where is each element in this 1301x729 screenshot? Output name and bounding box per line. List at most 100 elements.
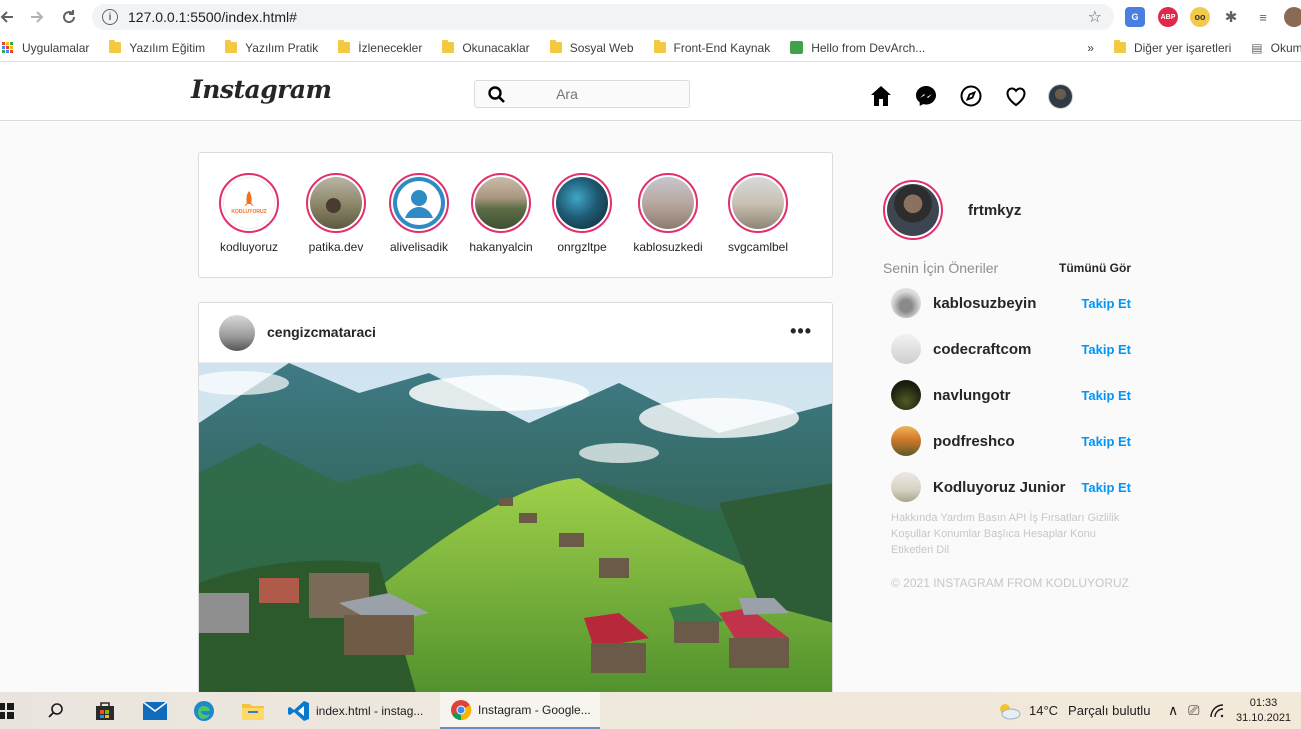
story-item[interactable]: hakanyalcin: [461, 173, 541, 254]
current-user-username[interactable]: frtmkyz: [968, 202, 1021, 219]
story-item[interactable]: patika.dev: [296, 173, 376, 254]
bookmark-folder[interactable]: Sosyal Web: [549, 40, 634, 55]
bookmark-devarchive[interactable]: Hello from DevArch...: [790, 41, 925, 55]
story-avatar: [475, 177, 527, 229]
taskbar-vscode[interactable]: index.html - instag...: [278, 692, 438, 729]
adblock-plus-icon[interactable]: ABP: [1158, 7, 1178, 27]
follow-button[interactable]: Takip Et: [1081, 296, 1131, 311]
suggestion-item: codecraftcom Takip Et: [891, 333, 1131, 365]
story-ring: KODLUYORUZ: [219, 173, 279, 233]
bookmark-label: Sosyal Web: [569, 40, 634, 55]
follow-button[interactable]: Takip Et: [1081, 388, 1131, 403]
heart-icon[interactable]: [1003, 83, 1029, 109]
show-hidden-icons-chevron-icon[interactable]: ∧: [1168, 702, 1178, 719]
suggestion-avatar[interactable]: [891, 472, 921, 502]
story-item[interactable]: KODLUYORUZ kodluyoruz: [209, 173, 289, 254]
suggestion-username[interactable]: podfreshco: [933, 433, 1081, 450]
suggestion-username[interactable]: Kodluyoruz Junior: [933, 479, 1081, 496]
suggestion-avatar[interactable]: [891, 334, 921, 364]
home-icon[interactable]: [868, 83, 894, 109]
reading-list-icon[interactable]: ≡: [1253, 7, 1273, 27]
current-user: frtmkyz: [883, 180, 1021, 240]
bookmark-star-icon[interactable]: ☆: [1088, 7, 1102, 27]
bookmark-folder[interactable]: Yazılım Pratik: [225, 40, 318, 55]
folder-icon: [338, 40, 351, 53]
bookmark-folder-other[interactable]: Diğer yer işaretleri: [1113, 40, 1231, 55]
search-box[interactable]: [474, 80, 690, 108]
extensions-puzzle-icon[interactable]: ✱: [1221, 7, 1241, 27]
bookmark-folder[interactable]: İzlenecekler: [338, 40, 423, 55]
stories-bar: KODLUYORUZ kodluyoruz patika.dev aliveli…: [198, 152, 833, 278]
extension-eyes-icon[interactable]: oo: [1190, 7, 1210, 27]
instagram-logo[interactable]: Instagram: [191, 75, 332, 104]
follow-button[interactable]: Takip Et: [1081, 342, 1131, 357]
bookmark-label: Hello from DevArch...: [811, 40, 926, 55]
reload-icon[interactable]: [54, 2, 84, 32]
weather-text: Parçalı bulutlu: [1068, 703, 1151, 718]
post-author-avatar[interactable]: [219, 315, 255, 351]
suggestion-item: Kodluyoruz Junior Takip Et: [891, 471, 1131, 503]
rocket-icon: [244, 191, 254, 206]
bookmark-apps[interactable]: Uygulamalar: [0, 41, 89, 55]
task-label: Instagram - Google...: [478, 702, 591, 717]
windows-start-icon[interactable]: [0, 699, 18, 723]
post-image[interactable]: [199, 363, 833, 702]
mail-icon[interactable]: [143, 699, 167, 723]
address-bar[interactable]: i 127.0.0.1:5500/index.html# ☆: [92, 4, 1114, 30]
feed-post: cengizcmataraci •••: [198, 302, 833, 702]
taskbar-chrome[interactable]: Instagram - Google...: [440, 692, 600, 729]
suggestion-avatar[interactable]: [891, 380, 921, 410]
story-ring: [552, 173, 612, 233]
forward-arrow-icon[interactable]: [22, 2, 52, 32]
copyright: © 2021 INSTAGRAM FROM KODLUYORUZ: [891, 576, 1129, 590]
suggestion-username[interactable]: kablosuzbeyin: [933, 295, 1081, 312]
suggestion-item: navlungotr Takip Et: [891, 379, 1131, 411]
folder-icon: [653, 40, 666, 53]
bookmark-reading-list[interactable]: ▤ Okuma: [1251, 41, 1301, 55]
bookmarks-overflow[interactable]: »: [1087, 41, 1094, 55]
story-avatar: [393, 177, 445, 229]
story-username: kodluyoruz: [219, 240, 279, 254]
suggestion-username[interactable]: codecraftcom: [933, 341, 1081, 358]
profile-avatar-icon[interactable]: [1284, 7, 1301, 27]
url-text: 127.0.0.1:5500/index.html#: [128, 9, 297, 25]
messenger-icon[interactable]: [913, 83, 939, 109]
file-explorer-icon[interactable]: [241, 699, 265, 723]
wifi-icon[interactable]: [1209, 703, 1225, 718]
current-user-avatar[interactable]: [883, 180, 943, 240]
store-icon[interactable]: [93, 699, 117, 723]
reading-list-icon: ▤: [1251, 40, 1263, 55]
see-all-link[interactable]: Tümünü Gör: [1059, 261, 1131, 275]
info-icon[interactable]: i: [102, 9, 118, 25]
story-item[interactable]: kablosuzkedi: [628, 173, 708, 254]
suggestion-avatar[interactable]: [891, 288, 921, 318]
suggestion-username[interactable]: navlungotr: [933, 387, 1081, 404]
follow-button[interactable]: Takip Et: [1081, 434, 1131, 449]
task-label: index.html - instag...: [316, 703, 424, 718]
windows-taskbar: index.html - instag... Instagram - Googl…: [0, 692, 1301, 729]
search-input[interactable]: [475, 81, 689, 107]
back-arrow-icon[interactable]: [0, 2, 22, 32]
system-clock[interactable]: 01:33 31.10.2021: [1236, 696, 1291, 726]
post-author-username[interactable]: cengizcmataraci: [267, 324, 376, 340]
edge-browser-icon[interactable]: [192, 699, 216, 723]
footer-links[interactable]: Hakkında Yardım Basın API İş Fırsatları …: [891, 510, 1121, 558]
story-avatar: [310, 177, 362, 229]
story-item[interactable]: svgcamlbel: [718, 173, 798, 254]
profile-avatar[interactable]: [1048, 83, 1073, 109]
suggestion-avatar[interactable]: [891, 426, 921, 456]
explore-compass-icon[interactable]: [958, 83, 984, 109]
bookmark-folder[interactable]: Yazılım Eğitim: [109, 40, 205, 55]
bookmark-folder[interactable]: Okunacaklar: [442, 40, 530, 55]
weather-widget[interactable]: 14°C Parçalı bulutlu: [997, 692, 1150, 729]
follow-button[interactable]: Takip Et: [1081, 480, 1131, 495]
story-item[interactable]: alivelisadik: [379, 173, 459, 254]
bookmark-label: İzlenecekler: [358, 40, 423, 55]
story-item[interactable]: onrgzltpe: [542, 173, 622, 254]
partly-cloudy-icon: [1000, 703, 1021, 719]
google-translate-icon[interactable]: G: [1125, 7, 1145, 27]
search-icon[interactable]: [44, 699, 68, 723]
more-options-icon[interactable]: •••: [790, 321, 812, 342]
device-icon[interactable]: ⎚: [1188, 702, 1199, 719]
bookmark-folder[interactable]: Front-End Kaynak: [653, 40, 770, 55]
